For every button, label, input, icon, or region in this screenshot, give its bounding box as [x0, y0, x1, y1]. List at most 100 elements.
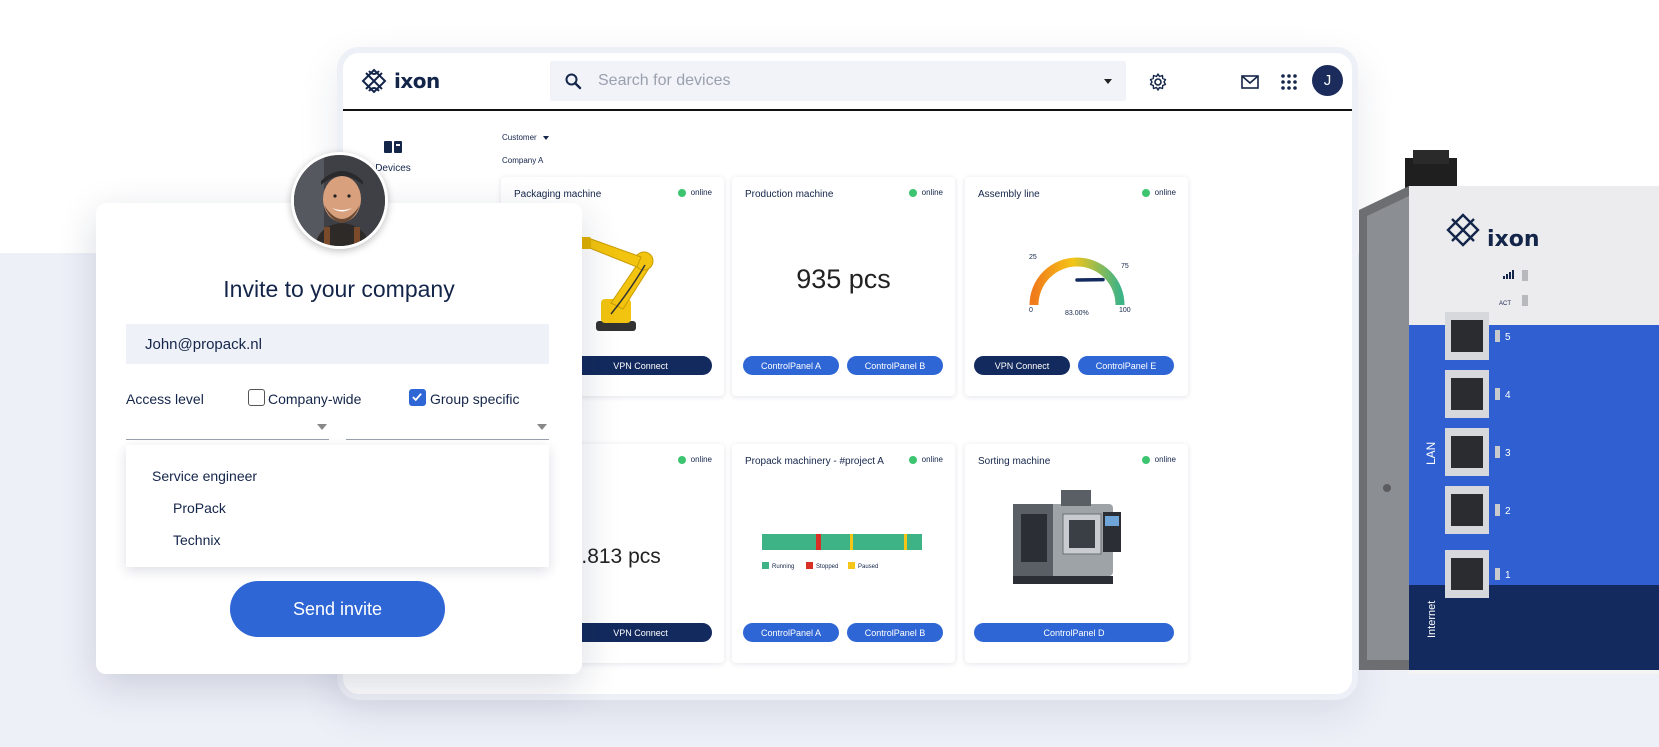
lan-label: LAN — [1424, 442, 1438, 465]
controlpanel-e-button[interactable]: ControlPanel E — [1078, 356, 1174, 375]
chevron-down-icon — [317, 424, 327, 430]
top-bar: ixon J — [343, 53, 1352, 111]
role-dropdown-menu: Service engineer ProPack Technix — [126, 445, 549, 567]
controlpanel-a-button[interactable]: ControlPanel A — [743, 356, 839, 375]
vpn-connect-button[interactable]: VPN Connect — [974, 356, 1070, 375]
dropdown-item-propack[interactable]: ProPack — [173, 500, 226, 516]
status-badge: online — [908, 455, 943, 464]
robot-arm-image — [577, 237, 654, 331]
chevron-down-icon — [542, 135, 549, 140]
router-logo-text: ixon — [1487, 227, 1540, 252]
gauge-chart: 0 100 25 75 83.00% — [1029, 254, 1131, 317]
status-badge: online — [1141, 188, 1176, 197]
controlpanel-a-button[interactable]: ControlPanel A — [743, 623, 839, 642]
chevron-down-icon[interactable] — [1104, 79, 1112, 84]
chevron-down-icon — [537, 424, 547, 430]
port-number-label: 1 — [1505, 570, 1511, 581]
group-specific-checkbox[interactable] — [409, 389, 426, 406]
controlpanel-d-button[interactable]: ControlPanel D — [974, 623, 1174, 642]
checkmark-icon — [412, 393, 422, 402]
status-text: online — [921, 455, 943, 464]
email-field[interactable] — [126, 324, 549, 364]
status-badge: online — [677, 455, 712, 464]
status-text: online — [690, 188, 712, 197]
invite-title: Invite to your company — [223, 276, 455, 302]
online-dot-icon — [677, 188, 686, 197]
card-title: Production machine — [745, 189, 834, 200]
vpn-connect-button[interactable]: VPN Connect — [569, 356, 712, 375]
device-card[interactable]: Assembly line online 0 100 25 75 83.00% … — [965, 177, 1188, 396]
ixon-router-device: ixon ACT LAN Internet 5 4 3 2 1 — [1357, 150, 1659, 690]
gauge-min-label: 0 — [1029, 307, 1033, 314]
card-title: Sorting machine — [978, 456, 1051, 467]
group-specific-label: Group specific — [430, 391, 520, 407]
mail-icon[interactable] — [1240, 72, 1260, 92]
device-card[interactable]: Sorting machine online ControlPanel D — [965, 444, 1188, 663]
gauge-tick-25: 25 — [1029, 254, 1037, 261]
port-number-label: 3 — [1505, 448, 1511, 459]
status-text: online — [921, 188, 943, 197]
logo-text: ixon — [394, 69, 440, 93]
access-level-row: Access level Company-wide Group specific — [126, 387, 549, 411]
status-running-bar — [762, 534, 922, 550]
customer-filter-label: Customer — [502, 133, 537, 142]
dropdown-item-technix[interactable]: Technix — [173, 532, 220, 548]
company-wide-checkbox[interactable] — [248, 389, 265, 406]
machine-status-timeline: Running Stopped Paused — [762, 534, 922, 570]
online-dot-icon — [1141, 455, 1150, 464]
ixon-logo-icon — [361, 68, 387, 94]
port-number-label: 5 — [1505, 332, 1511, 343]
role-select[interactable] — [126, 417, 329, 440]
status-badge: online — [677, 188, 712, 197]
devices-icon — [384, 141, 402, 153]
online-dot-icon — [1141, 188, 1150, 197]
user-avatar[interactable]: J — [1312, 65, 1343, 96]
online-dot-icon — [908, 455, 917, 464]
act-label: ACT — [1499, 301, 1511, 307]
controlpanel-b-button[interactable]: ControlPanel B — [847, 623, 943, 642]
status-text: online — [690, 455, 712, 464]
router-illustration: ixon ACT LAN Internet 5 4 3 2 1 — [1359, 150, 1659, 674]
device-search[interactable] — [550, 61, 1126, 101]
status-paused-segment — [850, 534, 853, 550]
vpn-connect-button[interactable]: VPN Connect — [569, 623, 712, 642]
counter-value: 935 pcs — [796, 264, 891, 294]
company-wide-label: Company-wide — [268, 391, 362, 407]
send-invite-button[interactable]: Send invite — [230, 581, 445, 637]
group-select[interactable] — [346, 417, 549, 440]
device-card[interactable]: Production machine online 935 pcs Contro… — [732, 177, 955, 396]
email-input[interactable] — [126, 324, 549, 364]
access-level-label: Access level — [126, 391, 204, 407]
status-badge: online — [908, 188, 943, 197]
card-title: Packaging machine — [514, 189, 602, 200]
internet-label: Internet — [1426, 601, 1438, 638]
gauge-tick-75: 75 — [1121, 263, 1129, 270]
status-stopped-segment — [816, 534, 821, 550]
legend-running: Running — [772, 564, 794, 570]
legend-paused: Paused — [858, 564, 878, 570]
dropdown-group-label: Service engineer — [152, 468, 258, 484]
search-icon — [565, 73, 582, 90]
search-input[interactable] — [598, 61, 1078, 101]
status-text: online — [1154, 455, 1176, 464]
gauge-max-label: 100 — [1119, 307, 1131, 314]
status-paused-segment — [904, 534, 907, 550]
gauge-value-label: 83.00% — [1065, 310, 1089, 317]
controlpanel-b-button[interactable]: ControlPanel B — [847, 356, 943, 375]
gear-icon[interactable] — [1148, 72, 1168, 92]
app-logo[interactable]: ixon — [360, 67, 440, 95]
card-title: Assembly line — [978, 189, 1040, 200]
company-group-label: Company A — [502, 156, 544, 165]
status-badge: online — [1141, 455, 1176, 464]
port-number-label: 2 — [1505, 506, 1511, 517]
customer-filter[interactable]: Customer — [502, 133, 549, 142]
device-card[interactable]: Propack machinery - #project A online Ru… — [732, 444, 955, 663]
invite-dialog: Invite to your company Access level Comp… — [96, 203, 582, 674]
online-dot-icon — [908, 188, 917, 197]
port-number-label: 4 — [1505, 390, 1511, 401]
profile-photo-avatar — [291, 152, 388, 249]
legend-stopped: Stopped — [816, 564, 838, 570]
cnc-machine-image — [1013, 490, 1121, 584]
online-dot-icon — [677, 455, 686, 464]
apps-grid-icon[interactable] — [1279, 72, 1299, 92]
